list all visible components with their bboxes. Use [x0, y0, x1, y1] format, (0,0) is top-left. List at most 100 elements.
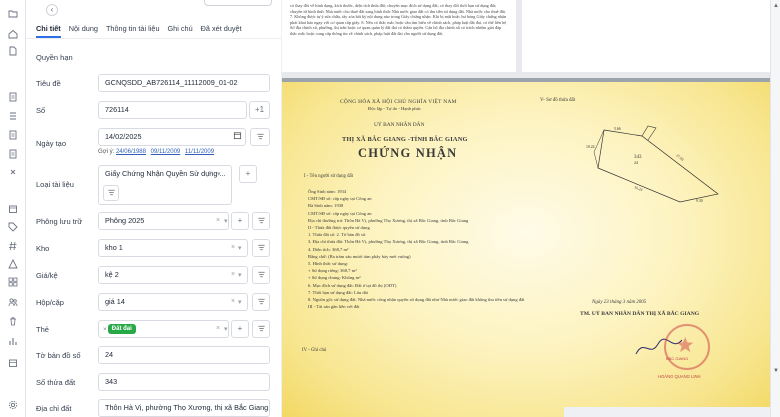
hash-icon[interactable] [8, 241, 18, 251]
tags-caret[interactable]: ▾ [224, 325, 228, 333]
filter-icon [107, 189, 115, 196]
doc-type-filter-button[interactable] [103, 185, 119, 201]
cert-body-line: Địa chỉ thường trú: Thôn Hà Vị, phường T… [308, 217, 469, 223]
list-icon[interactable] [8, 111, 18, 121]
page1-text: có thay đổi về hình dạng, kích thước, di… [290, 3, 507, 36]
cert-body-line: CMT/SĐ số: cấp ngày tại Công an [308, 210, 372, 216]
increment-button[interactable]: +1 [249, 101, 270, 119]
lot-map-sheet: 24 [634, 160, 638, 165]
cert-body-line: CMT/SĐ số: cấp ngày tại Công an [308, 196, 372, 202]
tags-add-button[interactable]: + [231, 320, 249, 338]
calendar-button[interactable] [228, 128, 246, 146]
parcel-input[interactable]: 343 [98, 373, 270, 391]
box-icon[interactable] [8, 358, 18, 368]
document-icon[interactable] [8, 149, 18, 159]
tag-icon[interactable] [8, 222, 18, 232]
warehouse-caret[interactable]: ▾ [238, 244, 242, 252]
lot-edge-1: 27.81 [675, 154, 684, 162]
shelf-caret[interactable]: ▾ [238, 271, 242, 279]
scroll-up-arrow[interactable]: ▲ [773, 3, 779, 9]
archive-room-add-button[interactable]: + [231, 212, 249, 230]
document-viewer[interactable]: có thay đổi về hình dạng, kích thước, di… [282, 0, 770, 417]
doc-type-clear[interactable]: × [208, 170, 212, 177]
cert-body-line: + Sử dụng riêng: 368,7 m² [308, 268, 357, 274]
created-date-filter-button[interactable] [250, 128, 270, 146]
suggestion-date-3[interactable]: 11/11/2009 [185, 149, 214, 155]
document-page-1-right [522, 0, 770, 72]
warehouse-select[interactable]: kho 1 [98, 239, 248, 257]
doc-type-label: Loại tài liệu [36, 180, 74, 189]
bar-chart-icon[interactable] [8, 336, 18, 346]
grid-icon[interactable] [8, 277, 18, 287]
warehouse-clear[interactable]: × [231, 244, 235, 251]
tab-approved[interactable]: Đã xét duyệt [201, 24, 242, 38]
doc-type-add-button[interactable]: + [239, 165, 257, 183]
cert-town: THỊ XÃ BẮC GIANG -TỈNH BẮC GIANG [342, 136, 468, 143]
archive-room-caret[interactable]: ▾ [224, 217, 228, 225]
tags-select[interactable]: × Đất đai [98, 320, 229, 338]
tag-remove[interactable]: × [103, 326, 107, 333]
box-filter-button[interactable] [252, 293, 270, 311]
box-label: Hộp/cặp [36, 298, 64, 307]
users-icon[interactable] [8, 297, 18, 307]
title-input[interactable]: GCNQSDD_AB726114_11112009_01-02 [98, 74, 270, 92]
cert-body-line: Bà Sinh năm: 1938 [308, 203, 344, 209]
top-action-button[interactable] [204, 0, 272, 6]
tabs-divider [26, 38, 281, 39]
cert-title: CHỨNG NHẬN [358, 146, 458, 160]
number-input[interactable]: 726114 [98, 101, 247, 119]
close-icon[interactable] [8, 167, 18, 177]
suggestion-date-2[interactable]: 09/11/2009 [151, 149, 181, 155]
lot-edge-4: 10.24 [586, 145, 595, 149]
shelf-filter-button[interactable] [252, 266, 270, 284]
parcel-label: Số thửa đất [36, 378, 76, 387]
date-suggestions: Gợi ý: 24/06/1988 09/11/2009 11/11/2009 [98, 149, 217, 155]
cert-lot-diagram-title: V- Sơ đồ thửa đất [540, 98, 576, 103]
document-icon[interactable] [8, 92, 18, 102]
settings-icon[interactable] [8, 400, 18, 410]
cert-notes-section: IV - Ghi chú [302, 348, 327, 353]
archive-room-clear[interactable]: × [216, 217, 220, 224]
tab-details[interactable]: Chi tiết [36, 24, 61, 38]
folder-icon[interactable] [8, 9, 18, 19]
cert-body-line: 7. Thời hạn sử dụng đất: Lâu dài [308, 289, 368, 295]
warehouse-filter-button[interactable] [252, 239, 270, 257]
file-icon[interactable] [8, 46, 18, 56]
cert-body-line: 4. Diện tích: 368,7 m² [308, 246, 349, 252]
tags-clear[interactable]: × [216, 325, 220, 332]
calendar-icon [233, 132, 241, 140]
cert-body-line: 8. Nguồn gốc sử dụng đất: Nhà nước công … [308, 297, 525, 303]
tab-document-info[interactable]: Thông tin tài liệu [106, 24, 160, 38]
cert-body-line: III - Tài sản gắn liền với đất [308, 304, 360, 310]
box-clear[interactable]: × [231, 298, 235, 305]
tags-filter-button[interactable] [252, 320, 270, 338]
home-icon[interactable] [8, 29, 18, 39]
warehouse-label: Kho [36, 244, 50, 253]
scroll-down-arrow[interactable]: ▼ [773, 368, 779, 374]
shelf-clear[interactable]: × [231, 271, 235, 278]
document-icon[interactable] [8, 130, 18, 140]
tab-notes[interactable]: Ghi chú [168, 24, 193, 38]
archive-room-filter-button[interactable] [252, 212, 270, 230]
trash-icon[interactable] [8, 316, 18, 326]
archive-room-select[interactable]: Phông 2025 [98, 212, 229, 230]
created-date-input[interactable]: 14/02/2025 [98, 128, 246, 146]
calendar-icon[interactable] [8, 204, 18, 214]
alert-icon[interactable] [8, 259, 18, 269]
certificate-page: CỘNG HÒA XÃ HỘI CHỦ NGHĨA VIỆT NAM Độc l… [282, 82, 770, 417]
tags-label: Thẻ [36, 325, 49, 334]
collapse-panel-button[interactable]: ‹ [46, 4, 58, 16]
suggestion-date-1[interactable]: 24/06/1988 [116, 149, 146, 155]
document-page-1: có thay đổi về hình dạng, kích thước, di… [282, 0, 516, 72]
address-input[interactable]: Thôn Hà Vị, phường Thọ Xương, thị xã Bắc… [98, 399, 270, 417]
title-label: Tiêu đề [36, 79, 61, 88]
app-window: ‹ Chi tiết Nội dung Thông tin tài liệu G… [0, 0, 780, 417]
doc-type-caret[interactable]: ▾ [217, 170, 221, 178]
shelf-select[interactable]: kệ 2 [98, 266, 248, 284]
box-caret[interactable]: ▾ [238, 298, 242, 306]
filter-icon [257, 325, 265, 332]
tab-content[interactable]: Nội dung [69, 24, 98, 38]
map-sheet-input[interactable]: 24 [98, 346, 270, 364]
box-select[interactable]: giá 14 [98, 293, 248, 311]
viewer-scrollbar[interactable]: ▲ ▼ [770, 0, 780, 417]
